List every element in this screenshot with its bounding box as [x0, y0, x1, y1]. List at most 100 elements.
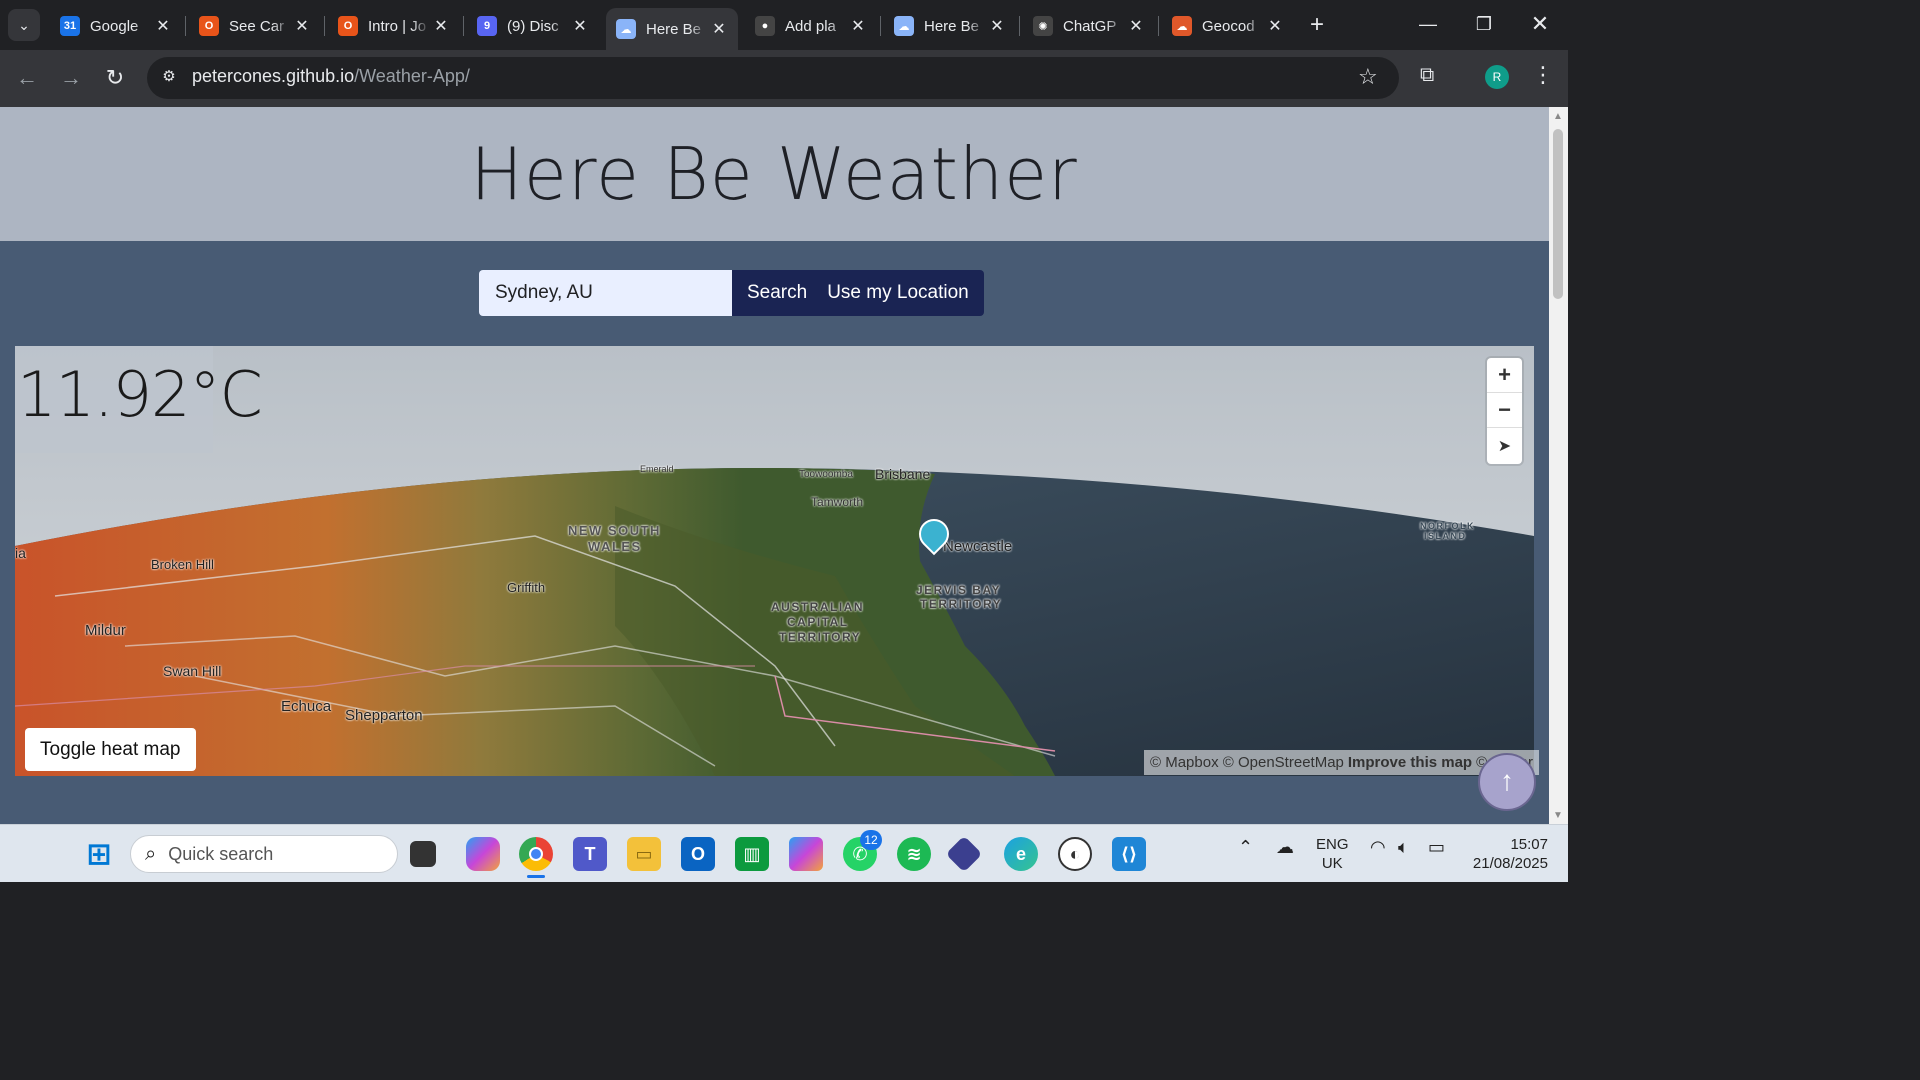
google-calendar-icon: 31 [60, 16, 80, 36]
toggle-heatmap-button[interactable]: Toggle heat map [25, 728, 196, 771]
lang-code: ENG [1316, 836, 1349, 853]
ring-icon: O [199, 16, 219, 36]
browser-tab[interactable]: O See Car ✕ [189, 8, 321, 44]
chrome-running-indicator [527, 875, 545, 878]
m365-icon[interactable] [789, 837, 823, 871]
close-tab-icon[interactable]: ✕ [571, 16, 589, 36]
map-label-emerald: Emerald [640, 464, 674, 474]
browser-tab[interactable]: O Intro | Jo ✕ [328, 8, 460, 44]
tab-title: Here Be [646, 20, 702, 38]
scroll-up-arrow-icon[interactable]: ▲ [1553, 111, 1563, 122]
onedrive-icon[interactable]: ☁ [1276, 837, 1294, 858]
map-label-act-2: CAPITAL [787, 615, 849, 629]
minimize-button[interactable]: — [1400, 0, 1456, 48]
use-location-button[interactable]: Use my Location [822, 270, 984, 316]
close-tab-icon[interactable]: ✕ [849, 16, 867, 36]
site-info-icon[interactable]: ⚙ [158, 67, 180, 89]
map-label-nsw-2: WALES [588, 539, 642, 554]
copilot-icon[interactable] [466, 837, 500, 871]
taskbar-search-placeholder: Quick search [168, 843, 274, 864]
tab-title: Add pla [785, 17, 836, 35]
restore-button[interactable]: ❐ [1456, 0, 1512, 48]
compass-reset-button[interactable]: ➤ [1487, 428, 1522, 463]
page-header: Here Be Weather [0, 107, 1549, 241]
mapbox-link[interactable]: © Mapbox [1150, 754, 1219, 771]
whatsapp-badge: 12 [860, 830, 882, 850]
file-explorer-icon[interactable]: ▭ [627, 837, 661, 871]
map-label-swan-hill: Swan Hill [163, 663, 222, 679]
linear-app-icon[interactable] [945, 835, 983, 873]
tray-overflow-icon[interactable]: ⌃ [1238, 837, 1253, 858]
start-icon[interactable]: ⊞ [82, 837, 116, 871]
page-viewport: Here Be Weather Search Use my Location [0, 107, 1549, 824]
tab-separator [463, 16, 464, 36]
bookmark-star-icon[interactable]: ☆ [1358, 64, 1378, 90]
vscode-icon[interactable]: ⟨⟩ [1112, 837, 1146, 871]
browser-menu-icon[interactable]: ⋮ [1532, 62, 1554, 88]
scrollbar-thumb[interactable] [1553, 129, 1563, 299]
battery-icon[interactable]: ▭ [1428, 837, 1445, 858]
new-tab-button[interactable]: + [1302, 10, 1332, 40]
improve-map-link[interactable]: Improve this map [1348, 754, 1472, 771]
weather-icon: ☁ [616, 19, 636, 39]
planner-icon[interactable]: ▥ [735, 837, 769, 871]
map-label-act-3: TERRITORY [779, 630, 862, 644]
browser-tab[interactable]: ☁ Geocod ✕ [1162, 8, 1294, 44]
close-tab-icon[interactable]: ✕ [710, 19, 728, 39]
map-label-jervis-2: TERRITORY [920, 597, 1003, 611]
close-tab-icon[interactable]: ✕ [154, 16, 172, 36]
temperature-panel: 11.92°C [15, 346, 263, 453]
reload-button[interactable]: ↻ [100, 63, 130, 93]
browser-tab[interactable]: ☁ Here Be ✕ [884, 8, 1016, 44]
map-label-tamworth: Tamworth [811, 495, 864, 509]
close-tab-icon[interactable]: ✕ [1266, 16, 1284, 36]
game-app-icon[interactable]: ◐ [1058, 837, 1092, 871]
zoom-in-button[interactable]: + [1487, 358, 1522, 393]
system-clock[interactable]: 15:07 21/08/2025 [1468, 835, 1548, 873]
browser-tab[interactable]: ☁ Here Be ✕ [606, 8, 738, 50]
forward-button[interactable]: → [56, 63, 86, 93]
close-tab-icon[interactable]: ✕ [1127, 16, 1145, 36]
language-indicator[interactable]: ENG UK [1316, 835, 1349, 873]
extensions-icon[interactable]: ⧉ [1420, 64, 1434, 87]
tab-strip: ⌄ 31 Google ✕ O See Car ✕ O Intro | Jo ✕ 9 (9) Dis… [0, 0, 1568, 50]
city-search-input[interactable] [479, 270, 732, 316]
map-label-broken-hill: Broken Hill [151, 557, 214, 572]
scroll-to-top-button[interactable]: ↑ [1478, 753, 1536, 811]
chrome-icon[interactable] [519, 837, 553, 871]
page-scrollbar[interactable]: ▲ ▼ [1549, 107, 1568, 824]
browser-tab[interactable]: ✺ ChatGP ✕ [1023, 8, 1155, 44]
spotify-icon[interactable]: ≋ [897, 837, 931, 871]
browser-tab[interactable]: ● Add pla ✕ [745, 8, 877, 44]
close-tab-icon[interactable]: ✕ [293, 16, 311, 36]
wifi-icon[interactable]: ◠ [1370, 837, 1386, 858]
zoom-out-button[interactable]: − [1487, 393, 1522, 428]
back-button[interactable]: ← [12, 63, 42, 93]
browser-chrome: ⌄ 31 Google ✕ O See Car ✕ O Intro | Jo ✕ 9 (9) Dis… [0, 0, 1568, 107]
browser-tab[interactable]: 9 (9) Disc ✕ [467, 8, 599, 44]
teams-icon[interactable]: T [573, 837, 607, 871]
volume-icon[interactable]: 🔈︎ [1398, 837, 1409, 858]
osm-link[interactable]: © OpenStreetMap [1223, 754, 1344, 771]
map-label-newcastle: Newcastle [943, 538, 1013, 555]
map-label-toowoomba: Toowoomba [799, 469, 853, 480]
map-label-shepparton: Shepparton [345, 707, 423, 724]
taskbar-search[interactable]: ⌕ Quick search [130, 835, 398, 873]
discord-icon: 9 [477, 16, 497, 36]
close-tab-icon[interactable]: ✕ [432, 16, 450, 36]
edge-icon[interactable]: e [1004, 837, 1038, 871]
profile-avatar[interactable]: R [1485, 65, 1509, 89]
url-text[interactable]: petercones.github.io/Weather-App/ [192, 66, 470, 87]
tab-title: Intro | Jo [368, 17, 427, 35]
tab-title: See Car [229, 17, 285, 35]
task-view-icon[interactable] [410, 841, 436, 867]
tab-separator [1158, 16, 1159, 36]
scroll-down-arrow-icon[interactable]: ▼ [1553, 810, 1563, 821]
browser-tab[interactable]: 31 Google ✕ [50, 8, 182, 44]
outlook-icon[interactable]: O [681, 837, 715, 871]
close-tab-icon[interactable]: ✕ [988, 16, 1006, 36]
search-button[interactable]: Search [732, 270, 823, 316]
temperature-value: 11.92°C [17, 358, 263, 431]
tab-search-button[interactable]: ⌄ [8, 9, 40, 41]
close-window-button[interactable]: ✕ [1512, 0, 1568, 48]
